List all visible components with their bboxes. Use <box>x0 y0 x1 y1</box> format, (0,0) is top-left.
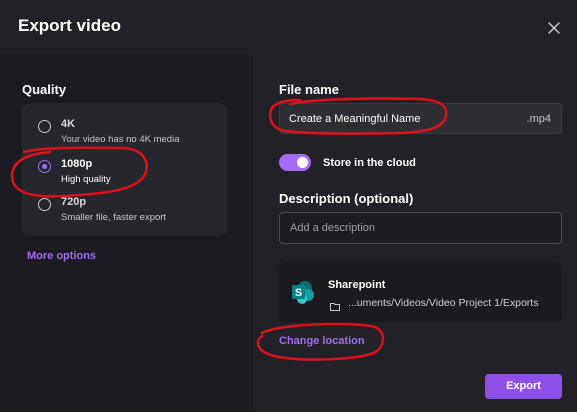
dialog-titlebar: Export video <box>0 0 577 55</box>
description-field[interactable] <box>279 212 562 244</box>
quality-option-1080p[interactable]: 1080p High quality <box>38 158 223 192</box>
svg-text:S: S <box>295 287 302 299</box>
close-icon[interactable] <box>543 17 565 39</box>
export-button[interactable]: Export <box>485 374 562 399</box>
quality-option-description: Smaller file, faster export <box>61 212 167 223</box>
quality-option-720p[interactable]: 720p Smaller file, faster export <box>38 196 223 230</box>
file-name-field[interactable]: .mp4 <box>279 103 562 134</box>
radio-1080p-selected[interactable] <box>38 160 51 173</box>
store-in-cloud-label: Store in the cloud <box>323 157 416 169</box>
save-location-card: S Sharepoint ...uments/Videos/Video Proj… <box>279 263 562 322</box>
location-service-name: Sharepoint <box>328 279 386 291</box>
location-path: ...uments/Videos/Video Project 1/Exports <box>348 297 539 309</box>
file-name-input[interactable] <box>289 104 519 133</box>
description-label: Description (optional) <box>279 191 414 206</box>
quality-option-name: 1080p <box>61 158 93 170</box>
change-location-link[interactable]: Change location <box>279 335 365 347</box>
folder-icon <box>330 298 340 311</box>
quality-options: 4K Your video has no 4K media 1080p High… <box>22 103 227 236</box>
quality-option-name: 720p <box>61 196 87 208</box>
quality-option-name: 4K <box>61 118 76 130</box>
description-input[interactable] <box>290 213 550 243</box>
more-options-link[interactable]: More options <box>27 250 96 262</box>
file-name-label: File name <box>279 82 339 97</box>
quality-option-description: High quality <box>61 174 111 185</box>
export-video-dialog: Export video Quality 4K Your video has n… <box>0 0 577 412</box>
dialog-title: Export video <box>18 16 121 35</box>
quality-label: Quality <box>22 82 67 97</box>
quality-panel: Quality 4K Your video has no 4K media 10… <box>0 55 253 412</box>
file-extension: .mp4 <box>526 113 551 125</box>
radio-720p[interactable] <box>38 198 51 211</box>
quality-option-4k[interactable]: 4K Your video has no 4K media <box>38 118 223 152</box>
export-settings-panel: File name .mp4 Store in the cloud Descri… <box>253 55 577 412</box>
sharepoint-icon: S <box>291 280 315 304</box>
radio-4k[interactable] <box>38 120 51 133</box>
quality-option-description: Your video has no 4K media <box>61 134 180 145</box>
store-in-cloud-toggle[interactable] <box>279 154 311 171</box>
